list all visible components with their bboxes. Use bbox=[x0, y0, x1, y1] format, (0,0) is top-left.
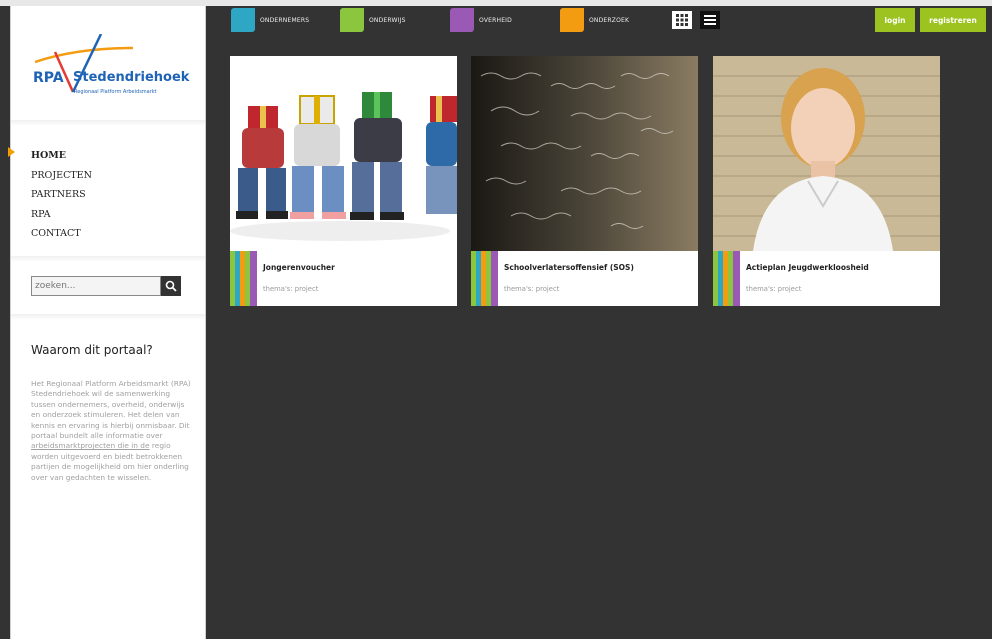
sidebar: RPA Stedendriehoek Regionaal Platform Ar… bbox=[8, 6, 206, 639]
category-label: ONDERNEMERS bbox=[260, 16, 310, 24]
rpa-logo[interactable]: RPA Stedendriehoek Regionaal Platform Ar… bbox=[29, 34, 194, 104]
divider bbox=[11, 256, 205, 262]
list-view-button[interactable] bbox=[700, 11, 720, 29]
search-button[interactable] bbox=[161, 276, 181, 296]
divider bbox=[11, 314, 205, 320]
search-icon bbox=[165, 280, 177, 292]
card-title: Schoolverlatersoffensief (SOS) bbox=[504, 263, 634, 272]
chalkboard-image bbox=[471, 56, 698, 251]
card-title: Jongerenvoucher bbox=[263, 263, 335, 272]
youth-with-gifts-image bbox=[230, 56, 457, 251]
card-subtitle: thema's: project bbox=[746, 285, 802, 293]
young-woman-portrait-image bbox=[713, 56, 940, 251]
category-ondernemers[interactable]: ONDERNEMERS bbox=[231, 8, 309, 32]
card-title: Actieplan Jeugdwerkloosheid bbox=[746, 263, 869, 272]
overheid-swatch bbox=[450, 8, 474, 32]
nav-item-home[interactable]: HOME bbox=[31, 146, 92, 166]
search-box bbox=[31, 276, 181, 296]
project-card[interactable]: Jongerenvoucher thema's: project bbox=[230, 56, 457, 306]
logo-tagline: Regionaal Platform Arbeidsmarkt bbox=[74, 89, 157, 95]
card-image-sos bbox=[471, 56, 698, 251]
card-image-jongeren bbox=[230, 56, 457, 251]
why-title: Waarom dit portaal? bbox=[31, 343, 153, 357]
card-image-jeugd bbox=[713, 56, 940, 251]
category-onderzoek[interactable]: ONDERZOEK bbox=[560, 8, 629, 32]
category-overheid[interactable]: OVERHEID bbox=[450, 8, 512, 32]
theme-stripes-icon bbox=[471, 251, 498, 306]
grid-view-button[interactable] bbox=[672, 11, 692, 29]
category-label: OVERHEID bbox=[479, 16, 512, 24]
logo-name: Stedendriehoek bbox=[73, 70, 190, 85]
card-subtitle: thema's: project bbox=[504, 285, 560, 293]
main-nav: HOME PROJECTEN PARTNERS RPA CONTACT bbox=[31, 146, 92, 244]
login-button[interactable]: login bbox=[875, 8, 915, 32]
active-arrow-icon bbox=[8, 147, 15, 157]
divider bbox=[11, 120, 205, 126]
nav-item-rpa[interactable]: RPA bbox=[31, 205, 92, 225]
project-card[interactable]: Schoolverlatersoffensief (SOS) thema's: … bbox=[471, 56, 698, 306]
why-text-part: Het Regionaal Platform Arbeidsmarkt (RPA… bbox=[31, 379, 191, 441]
list-icon bbox=[704, 15, 716, 25]
grid-icon bbox=[676, 14, 688, 26]
project-card[interactable]: Actieplan Jeugdwerkloosheid thema's: pro… bbox=[713, 56, 940, 306]
projects-link[interactable]: arbeidsmarktprojecten die in de bbox=[31, 441, 150, 450]
onderwijs-swatch bbox=[340, 8, 364, 32]
theme-stripes-icon bbox=[230, 251, 257, 306]
category-label: ONDERWIJS bbox=[369, 16, 406, 24]
category-onderwijs[interactable]: ONDERWIJS bbox=[340, 8, 406, 32]
onderzoek-swatch bbox=[560, 8, 584, 32]
ondernemers-swatch bbox=[231, 8, 255, 32]
search-input[interactable] bbox=[31, 276, 161, 296]
nav-item-partners[interactable]: PARTNERS bbox=[31, 185, 92, 205]
nav-item-contact[interactable]: CONTACT bbox=[31, 224, 92, 244]
category-label: ONDERZOEK bbox=[589, 16, 630, 24]
register-button[interactable]: registreren bbox=[920, 8, 986, 32]
why-text: Het Regionaal Platform Arbeidsmarkt (RPA… bbox=[31, 379, 191, 483]
card-subtitle: thema's: project bbox=[263, 285, 319, 293]
logo-rpa: RPA bbox=[33, 70, 64, 86]
nav-item-projecten[interactable]: PROJECTEN bbox=[31, 166, 92, 186]
theme-stripes-icon bbox=[713, 251, 740, 306]
